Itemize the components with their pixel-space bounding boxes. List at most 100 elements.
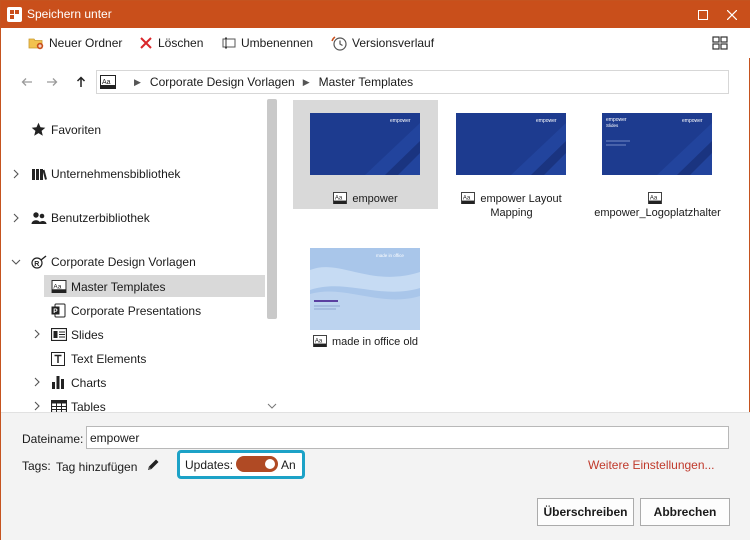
thumb-brand: empower [390, 118, 411, 124]
sidebar-item-benutzerbibliothek[interactable]: Benutzerbibliothek [1, 207, 265, 229]
cancel-button[interactable]: Abbrechen [640, 498, 730, 526]
version-history-button[interactable]: Versionsverlauf [331, 34, 434, 52]
master-template-icon: Aa [51, 280, 67, 293]
svg-text:R: R [34, 261, 39, 268]
chevron-right-icon[interactable] [11, 169, 21, 179]
delete-icon [140, 37, 152, 49]
chevron-down-icon[interactable] [11, 257, 21, 267]
powerpoint-icon: P [51, 303, 66, 318]
toggle-knob [265, 459, 275, 469]
save-as-dialog: Speichern unter Neuer Ordner Löschen Umb… [0, 0, 750, 540]
sidebar-item-label: Corporate Presentations [71, 304, 202, 318]
thumb-brand: empower [682, 118, 703, 124]
version-history-icon [331, 36, 347, 51]
thumb-brand: empower [536, 118, 557, 124]
sidebar-item-label: Benutzerbibliothek [51, 211, 150, 225]
sidebar-item-label: Unternehmensbibliothek [51, 167, 181, 181]
template-aa-icon: Aa [333, 192, 348, 204]
toolbar: Neuer Ordner Löschen Umbenennen Versions… [1, 28, 750, 58]
sidebar-item-label: Text Elements [71, 352, 147, 366]
breadcrumb[interactable]: Aa ▶ Corporate Design Vorlagen ▶ Master … [96, 70, 729, 94]
svg-text:Aa: Aa [335, 196, 343, 202]
sidebar-item-corporate-design-vorlagen[interactable]: R Corporate Design Vorlagen [1, 251, 265, 273]
svg-text:Aa: Aa [53, 283, 61, 290]
breadcrumb-item[interactable]: Corporate Design Vorlagen [150, 75, 295, 89]
chevron-right-icon[interactable] [32, 377, 42, 387]
sidebar-item-label: Slides [71, 328, 104, 342]
sidebar-item-text-elements[interactable]: Text Elements [44, 347, 265, 369]
new-folder-label: Neuer Ordner [49, 36, 123, 50]
svg-text:Aa: Aa [650, 196, 658, 202]
library-icon [32, 169, 47, 180]
file-label: Aa empower Layout Mapping [439, 192, 584, 220]
sidebar-item-label: Corporate Design Vorlagen [51, 255, 196, 269]
file-name: empower [352, 193, 398, 205]
more-settings-link[interactable]: Weitere Einstellungen... [588, 458, 715, 472]
file-tile-made-in-office-old[interactable]: made in office Aa made in office old [293, 235, 438, 353]
star-icon [31, 122, 46, 136]
rename-label: Umbenennen [241, 36, 314, 50]
title-bar: Speichern unter [1, 1, 750, 28]
filename-input[interactable] [86, 426, 729, 449]
users-icon [31, 212, 47, 224]
rename-icon [222, 37, 236, 49]
svg-text:Aa: Aa [463, 196, 471, 202]
template-thumbnail: empower empower Slides [602, 113, 712, 175]
version-history-label: Versionsverlauf [352, 36, 435, 50]
overwrite-button[interactable]: Überschreiben [537, 498, 634, 526]
sidebar-item-label: Charts [71, 376, 107, 390]
svg-text:P: P [53, 308, 58, 315]
pencil-icon[interactable] [146, 458, 160, 472]
delete-label: Löschen [158, 36, 204, 50]
tree-scrollbar-thumb[interactable] [267, 99, 277, 319]
updates-state-label: An [281, 458, 296, 472]
sidebar-item-slides[interactable]: Slides [1, 323, 265, 345]
updates-label: Updates: [185, 458, 234, 472]
corporate-icon: R [31, 255, 47, 269]
file-tile-empower-logoplatzhalter[interactable]: empower empower Slides Aa empower_Logopla… [585, 100, 730, 235]
svg-text:Aa: Aa [315, 339, 323, 345]
up-arrow-icon[interactable] [74, 75, 88, 89]
sidebar-item-corporate-presentations[interactable]: P Corporate Presentations [44, 299, 265, 321]
filename-label: Dateiname: [22, 432, 84, 446]
file-label: Aa empower_Logoplatzhalter [585, 192, 730, 220]
file-tile-empower[interactable]: empower Aa empower [293, 100, 438, 209]
template-aa-icon: Aa [313, 335, 327, 347]
delete-button[interactable]: Löschen [139, 34, 203, 52]
breadcrumb-separator-icon: ▶ [134, 76, 141, 87]
sidebar-item-label: Favoriten [51, 123, 102, 137]
updates-toggle[interactable] [236, 456, 278, 472]
chevron-right-icon[interactable] [32, 329, 42, 339]
svg-text:Aa: Aa [102, 79, 111, 86]
file-tile-empower-layout-mapping[interactable]: empower Aa empower Layout Mapping [439, 100, 584, 225]
template-thumbnail: made in office [310, 248, 420, 330]
file-grid: empower Aa empower empower Aa empower Layo… [283, 99, 750, 412]
sidebar-item-charts[interactable]: Charts [1, 371, 265, 393]
rename-button[interactable]: Umbenennen [222, 34, 313, 52]
file-name: made in office old [331, 336, 419, 348]
close-icon [727, 9, 737, 20]
file-label: Aa empower [293, 192, 438, 206]
sidebar-item-favoriten[interactable]: Favoriten [1, 119, 265, 141]
breadcrumb-item[interactable]: Master Templates [319, 75, 413, 89]
scroll-down-chevron-icon[interactable] [267, 401, 277, 411]
forward-arrow-icon[interactable] [45, 75, 59, 89]
maximize-icon [698, 9, 708, 20]
app-icon [7, 7, 22, 22]
back-arrow-icon[interactable] [20, 75, 34, 89]
template-thumbnail: empower [456, 113, 566, 175]
sidebar-item-unternehmensbibliothek[interactable]: Unternehmensbibliothek [1, 163, 265, 185]
chevron-right-icon[interactable] [11, 213, 21, 223]
new-folder-icon [28, 38, 44, 50]
template-aa-icon: Aa [100, 75, 116, 89]
view-mode-icon[interactable] [712, 35, 728, 51]
new-folder-button[interactable]: Neuer Ordner [28, 34, 122, 52]
window-title: Speichern unter [27, 7, 112, 21]
file-name: empower Layout Mapping [480, 193, 562, 219]
maximize-button[interactable] [691, 1, 715, 28]
add-tag-link[interactable]: Tag hinzufügen [56, 460, 137, 474]
chevron-right-icon[interactable] [32, 401, 42, 411]
sidebar-item-master-templates[interactable]: Aa Master Templates [44, 275, 265, 297]
close-button[interactable] [720, 1, 744, 28]
tags-label: Tags: [22, 459, 51, 473]
